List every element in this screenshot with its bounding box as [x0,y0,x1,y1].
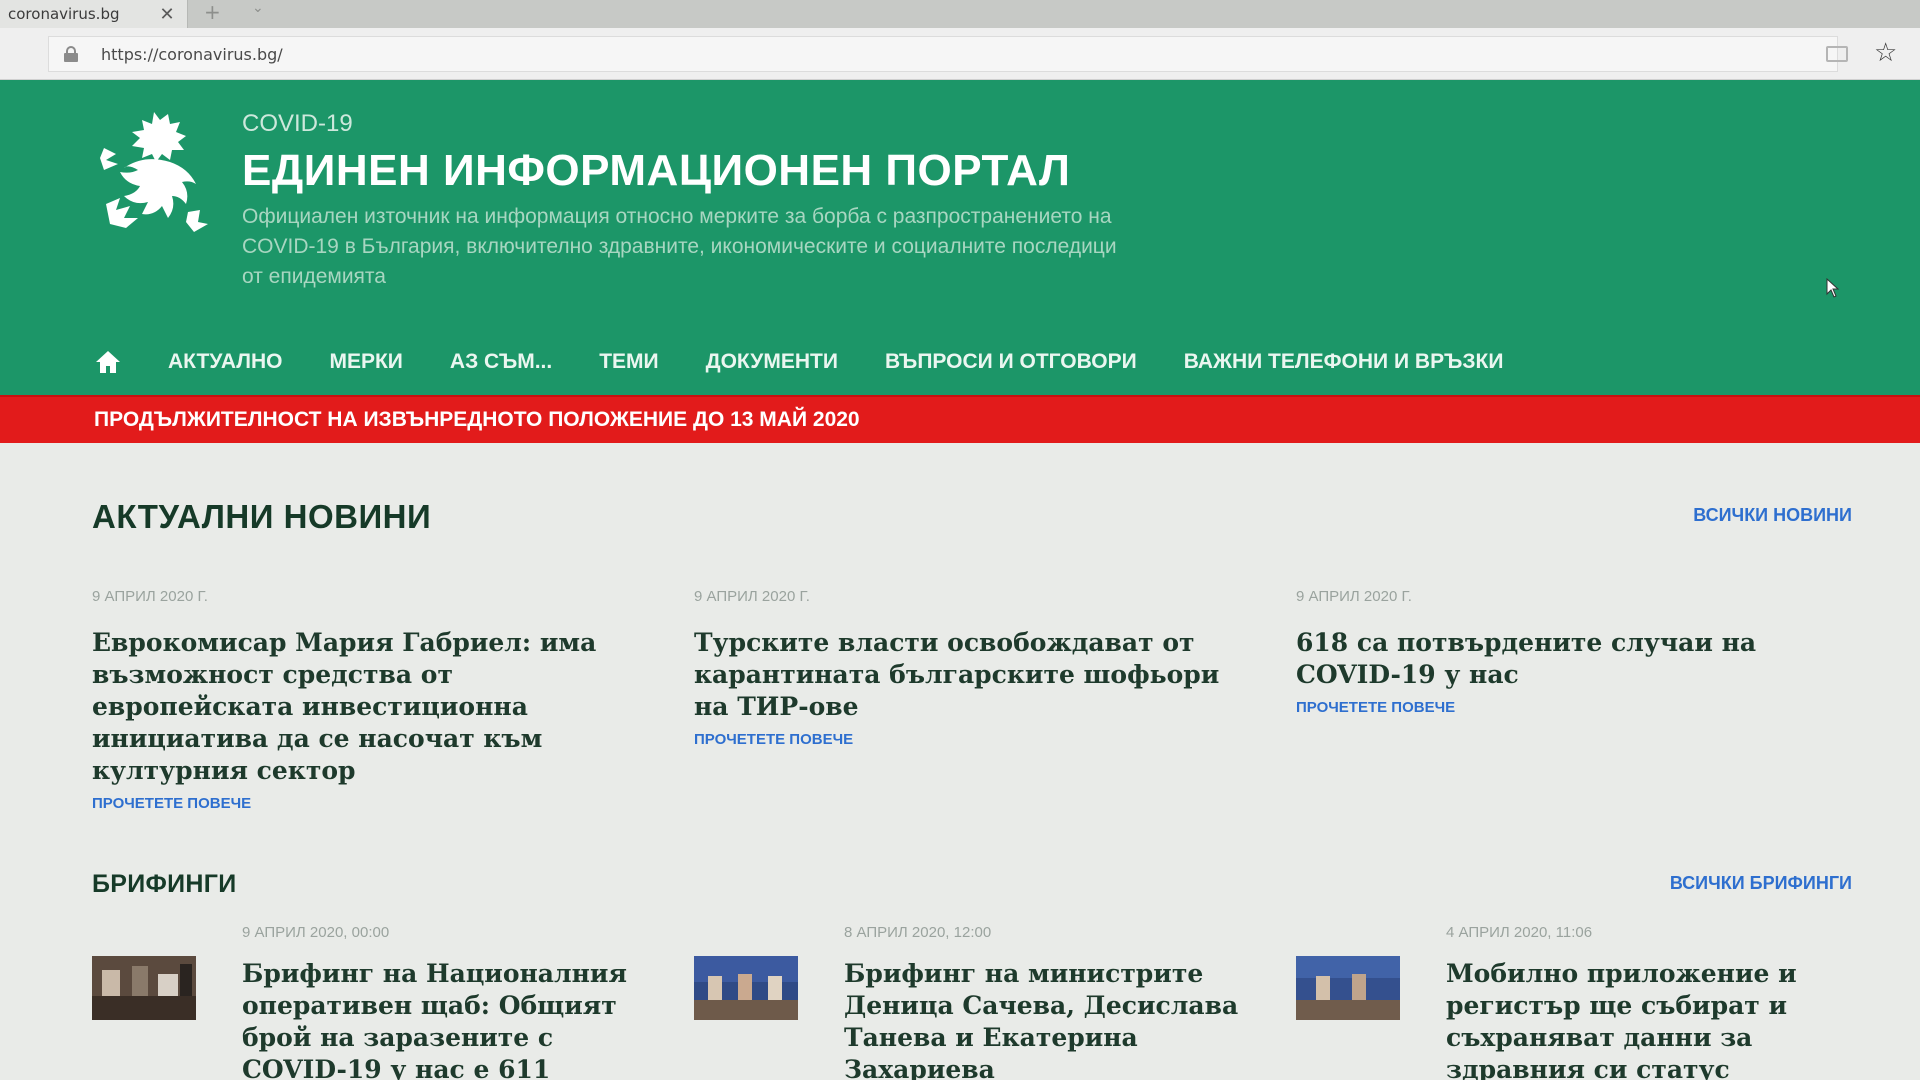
browser-tabstrip: coronavirus.bg ✕ + ⌄ [0,0,1920,28]
favorite-star-icon[interactable]: ☆ [1874,38,1897,68]
home-icon[interactable] [94,348,122,376]
nav-item-merki[interactable]: МЕРКИ [329,350,402,374]
read-more-link[interactable]: ПРОЧЕТЕТЕ ПОВЕЧЕ [1296,699,1836,716]
news-headline[interactable]: 618 са потвърдените случаи на COVID-19 у… [1296,627,1836,691]
tab-title: coronavirus.bg [8,5,120,23]
site-header: COVID-19 ЕДИНЕН ИНФОРМАЦИОНЕН ПОРТАЛ Офи… [0,80,1920,395]
all-briefings-link[interactable]: ВСИЧКИ БРИФИНГИ [1670,873,1852,894]
news-card: 9 АПРИЛ 2020 Г. Еврокомисар Мария Габрие… [92,588,632,812]
nav-item-temi[interactable]: ТЕМИ [599,350,658,374]
emergency-alert-bar: ПРОДЪЛЖИТЕЛНОСТ НА ИЗВЪНРЕДНОТО ПОЛОЖЕНИ… [0,395,1920,443]
briefing-headline[interactable]: Мобилно приложение и регистър ще събират… [1446,958,1856,1080]
lock-icon [63,46,79,62]
all-news-link[interactable]: ВСИЧКИ НОВИНИ [1693,505,1852,526]
news-headline[interactable]: Еврокомисар Мария Габриел: има възможнос… [92,627,632,787]
chevron-down-icon[interactable]: ⌄ [252,0,264,16]
briefing-card: 8 АПРИЛ 2020, 12:00 Брифинг на министрит… [694,922,1254,1080]
url-text[interactable]: https://coronavirus.bg/ [101,45,283,64]
nav-item-dokumenti[interactable]: ДОКУМЕНТИ [706,350,838,374]
reading-view-icon[interactable] [1826,46,1848,62]
briefing-date: 4 АПРИЛ 2020, 11:06 [1446,924,1593,941]
briefing-thumbnail[interactable] [92,956,196,1020]
nav-item-az-sam[interactable]: АЗ СЪМ... [450,350,552,374]
news-date: 9 АПРИЛ 2020 Г. [694,588,810,605]
new-tab-icon[interactable]: + [204,0,221,24]
nav-item-phones[interactable]: ВАЖНИ ТЕЛЕФОНИ И ВРЪЗКИ [1184,350,1504,374]
nav-item-faq[interactable]: ВЪПРОСИ И ОТГОВОРИ [885,350,1137,374]
emergency-alert-text[interactable]: ПРОДЪЛЖИТЕЛНОСТ НА ИЗВЪНРЕДНОТО ПОЛОЖЕНИ… [94,408,860,432]
news-card: 9 АПРИЛ 2020 Г. 618 са потвърдените случ… [1296,588,1836,716]
read-more-link[interactable]: ПРОЧЕТЕТЕ ПОВЕЧЕ [92,795,632,812]
briefing-card: 9 АПРИЛ 2020, 00:00 Брифинг на Националн… [92,922,652,1080]
news-headline[interactable]: Турските власти освобождават от карантин… [694,627,1234,723]
close-icon[interactable]: ✕ [159,4,174,25]
briefing-thumbnail[interactable] [1296,956,1400,1020]
briefing-headline[interactable]: Брифинг на министрите Деница Сачева, Дес… [844,958,1254,1080]
main-nav: АКТУАЛНО МЕРКИ АЗ СЪМ... ТЕМИ ДОКУМЕНТИ … [94,342,1503,382]
url-field[interactable]: https://coronavirus.bg/ [48,36,1838,72]
covid-label: COVID-19 [242,110,353,137]
portal-description: Официален източник на информация относно… [242,205,1117,288]
news-card: 9 АПРИЛ 2020 Г. Турските власти освобожд… [694,588,1234,748]
bulgarian-lion-logo[interactable] [94,108,214,238]
news-date: 9 АПРИЛ 2020 Г. [1296,588,1412,605]
briefing-date: 9 АПРИЛ 2020, 00:00 [242,924,390,941]
briefings-section-title: БРИФИНГИ [92,870,237,898]
news-section-title: АКТУАЛНИ НОВИНИ [92,498,432,535]
read-more-link[interactable]: ПРОЧЕТЕТЕ ПОВЕЧЕ [694,731,1234,748]
portal-title[interactable]: ЕДИНЕН ИНФОРМАЦИОНЕН ПОРТАЛ [242,146,1070,196]
address-bar: https://coronavirus.bg/ ☆ [0,28,1920,80]
nav-item-aktualno[interactable]: АКТУАЛНО [168,350,282,374]
news-date: 9 АПРИЛ 2020 Г. [92,588,208,605]
briefing-headline[interactable]: Брифинг на Националния оперативен щаб: О… [242,958,652,1080]
briefing-thumbnail[interactable] [694,956,798,1020]
briefing-card: 4 АПРИЛ 2020, 11:06 Мобилно приложение и… [1296,922,1856,1080]
browser-tab[interactable]: coronavirus.bg ✕ [0,0,188,28]
mouse-cursor-icon [1826,278,1840,298]
briefing-date: 8 АПРИЛ 2020, 12:00 [844,924,992,941]
